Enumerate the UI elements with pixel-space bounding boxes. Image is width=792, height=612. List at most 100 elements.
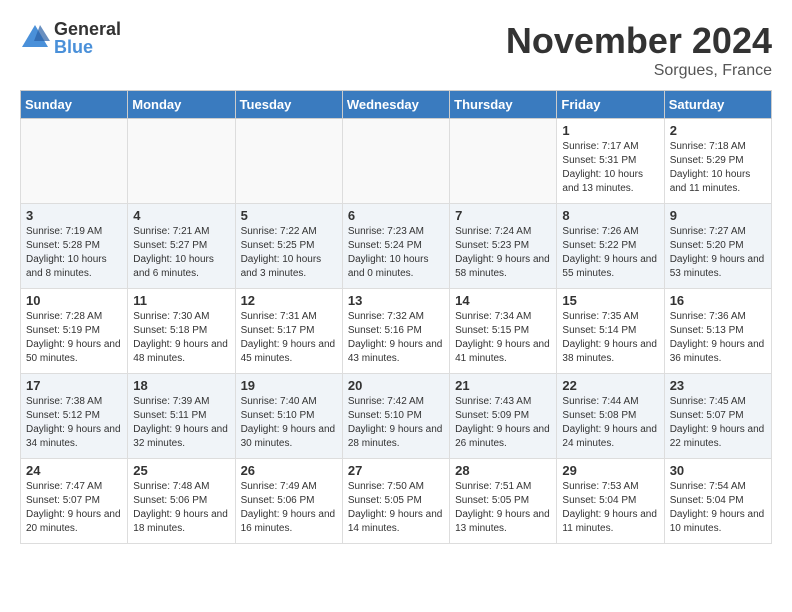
cell-info: Sunrise: 7:36 AM Sunset: 5:13 PM Dayligh… — [670, 311, 765, 364]
calendar-cell: 23 Sunrise: 7:45 AM Sunset: 5:07 PM Dayli… — [664, 374, 771, 459]
cell-info: Sunrise: 7:28 AM Sunset: 5:19 PM Dayligh… — [26, 311, 121, 364]
calendar-cell: 3 Sunrise: 7:19 AM Sunset: 5:28 PM Daylig… — [21, 204, 128, 289]
cell-info: Sunrise: 7:32 AM Sunset: 5:16 PM Dayligh… — [348, 311, 443, 364]
calendar-table: Sunday Monday Tuesday Wednesday Thursday… — [20, 90, 772, 544]
calendar-cell: 21 Sunrise: 7:43 AM Sunset: 5:09 PM Dayli… — [450, 374, 557, 459]
calendar-week-2: 3 Sunrise: 7:19 AM Sunset: 5:28 PM Daylig… — [21, 204, 772, 289]
cell-info: Sunrise: 7:22 AM Sunset: 5:25 PM Dayligh… — [241, 226, 322, 279]
day-number: 4 — [133, 208, 229, 223]
col-tuesday: Tuesday — [235, 91, 342, 119]
day-number: 26 — [241, 463, 337, 478]
day-number: 22 — [562, 378, 658, 393]
calendar-cell: 28 Sunrise: 7:51 AM Sunset: 5:05 PM Dayli… — [450, 459, 557, 544]
cell-info: Sunrise: 7:43 AM Sunset: 5:09 PM Dayligh… — [455, 396, 550, 449]
cell-info: Sunrise: 7:17 AM Sunset: 5:31 PM Dayligh… — [562, 141, 643, 194]
logo: General Blue — [20, 20, 121, 56]
calendar-cell: 12 Sunrise: 7:31 AM Sunset: 5:17 PM Dayli… — [235, 289, 342, 374]
cell-info: Sunrise: 7:40 AM Sunset: 5:10 PM Dayligh… — [241, 396, 336, 449]
day-number: 1 — [562, 123, 658, 138]
day-number: 7 — [455, 208, 551, 223]
calendar-cell — [342, 119, 449, 204]
cell-info: Sunrise: 7:18 AM Sunset: 5:29 PM Dayligh… — [670, 141, 751, 194]
calendar-cell: 2 Sunrise: 7:18 AM Sunset: 5:29 PM Daylig… — [664, 119, 771, 204]
cell-info: Sunrise: 7:39 AM Sunset: 5:11 PM Dayligh… — [133, 396, 228, 449]
calendar-cell: 17 Sunrise: 7:38 AM Sunset: 5:12 PM Dayli… — [21, 374, 128, 459]
day-number: 21 — [455, 378, 551, 393]
logo-icon — [20, 23, 50, 53]
cell-info: Sunrise: 7:30 AM Sunset: 5:18 PM Dayligh… — [133, 311, 228, 364]
cell-info: Sunrise: 7:51 AM Sunset: 5:05 PM Dayligh… — [455, 481, 550, 534]
calendar-week-1: 1 Sunrise: 7:17 AM Sunset: 5:31 PM Daylig… — [21, 119, 772, 204]
cell-info: Sunrise: 7:35 AM Sunset: 5:14 PM Dayligh… — [562, 311, 657, 364]
day-number: 20 — [348, 378, 444, 393]
day-number: 29 — [562, 463, 658, 478]
col-wednesday: Wednesday — [342, 91, 449, 119]
calendar-cell — [21, 119, 128, 204]
calendar-cell: 24 Sunrise: 7:47 AM Sunset: 5:07 PM Dayli… — [21, 459, 128, 544]
day-number: 11 — [133, 293, 229, 308]
col-thursday: Thursday — [450, 91, 557, 119]
calendar-cell: 19 Sunrise: 7:40 AM Sunset: 5:10 PM Dayli… — [235, 374, 342, 459]
col-sunday: Sunday — [21, 91, 128, 119]
day-number: 17 — [26, 378, 122, 393]
calendar-cell: 27 Sunrise: 7:50 AM Sunset: 5:05 PM Dayli… — [342, 459, 449, 544]
calendar-cell: 7 Sunrise: 7:24 AM Sunset: 5:23 PM Daylig… — [450, 204, 557, 289]
calendar-cell: 4 Sunrise: 7:21 AM Sunset: 5:27 PM Daylig… — [128, 204, 235, 289]
calendar-cell — [128, 119, 235, 204]
calendar-cell: 1 Sunrise: 7:17 AM Sunset: 5:31 PM Daylig… — [557, 119, 664, 204]
cell-info: Sunrise: 7:38 AM Sunset: 5:12 PM Dayligh… — [26, 396, 121, 449]
day-number: 23 — [670, 378, 766, 393]
logo-general-text: General — [54, 20, 121, 38]
day-number: 5 — [241, 208, 337, 223]
cell-info: Sunrise: 7:50 AM Sunset: 5:05 PM Dayligh… — [348, 481, 443, 534]
page-header: General Blue November 2024 Sorgues, Fran… — [20, 20, 772, 80]
calendar-cell: 5 Sunrise: 7:22 AM Sunset: 5:25 PM Daylig… — [235, 204, 342, 289]
day-number: 25 — [133, 463, 229, 478]
month-title: November 2024 — [506, 20, 772, 62]
day-number: 27 — [348, 463, 444, 478]
cell-info: Sunrise: 7:27 AM Sunset: 5:20 PM Dayligh… — [670, 226, 765, 279]
cell-info: Sunrise: 7:31 AM Sunset: 5:17 PM Dayligh… — [241, 311, 336, 364]
day-number: 12 — [241, 293, 337, 308]
day-number: 15 — [562, 293, 658, 308]
calendar-cell: 8Sunrise: 7:26 AM Sunset: 5:22 PM Daylig… — [557, 204, 664, 289]
calendar-cell: 22 Sunrise: 7:44 AM Sunset: 5:08 PM Dayli… — [557, 374, 664, 459]
calendar-cell — [235, 119, 342, 204]
cell-info: Sunrise: 7:45 AM Sunset: 5:07 PM Dayligh… — [670, 396, 765, 449]
calendar-cell: 9 Sunrise: 7:27 AM Sunset: 5:20 PM Daylig… — [664, 204, 771, 289]
day-number: 3 — [26, 208, 122, 223]
cell-info: Sunrise: 7:48 AM Sunset: 5:06 PM Dayligh… — [133, 481, 228, 534]
day-number: 24 — [26, 463, 122, 478]
cell-info: Sunrise: 7:19 AM Sunset: 5:28 PM Dayligh… — [26, 226, 107, 279]
day-number: 6 — [348, 208, 444, 223]
calendar-cell — [450, 119, 557, 204]
calendar-cell: 18 Sunrise: 7:39 AM Sunset: 5:11 PM Dayli… — [128, 374, 235, 459]
cell-info: Sunrise: 7:42 AM Sunset: 5:10 PM Dayligh… — [348, 396, 443, 449]
day-number: 10 — [26, 293, 122, 308]
calendar-week-3: 10 Sunrise: 7:28 AM Sunset: 5:19 PM Dayli… — [21, 289, 772, 374]
cell-info: Sunrise: 7:26 AM Sunset: 5:22 PM Dayligh… — [562, 226, 657, 279]
cell-info: Sunrise: 7:44 AM Sunset: 5:08 PM Dayligh… — [562, 396, 657, 449]
day-number: 13 — [348, 293, 444, 308]
header-row: Sunday Monday Tuesday Wednesday Thursday… — [21, 91, 772, 119]
calendar-cell: 14Sunrise: 7:34 AM Sunset: 5:15 PM Dayli… — [450, 289, 557, 374]
day-number: 9 — [670, 208, 766, 223]
day-number: 19 — [241, 378, 337, 393]
cell-info: Sunrise: 7:53 AM Sunset: 5:04 PM Dayligh… — [562, 481, 657, 534]
cell-info: Sunrise: 7:24 AM Sunset: 5:23 PM Dayligh… — [455, 226, 550, 279]
subtitle: Sorgues, France — [506, 62, 772, 80]
cell-info: Sunrise: 7:34 AM Sunset: 5:15 PM Dayligh… — [455, 311, 550, 364]
day-number: 16 — [670, 293, 766, 308]
cell-info: Sunrise: 7:21 AM Sunset: 5:27 PM Dayligh… — [133, 226, 214, 279]
cell-info: Sunrise: 7:23 AM Sunset: 5:24 PM Dayligh… — [348, 226, 429, 279]
day-number: 2 — [670, 123, 766, 138]
day-number: 18 — [133, 378, 229, 393]
calendar-cell: 10 Sunrise: 7:28 AM Sunset: 5:19 PM Dayli… — [21, 289, 128, 374]
calendar-cell: 13 Sunrise: 7:32 AM Sunset: 5:16 PM Dayli… — [342, 289, 449, 374]
logo-blue-text: Blue — [54, 38, 121, 56]
day-number: 28 — [455, 463, 551, 478]
calendar-cell: 15 Sunrise: 7:35 AM Sunset: 5:14 PM Dayli… — [557, 289, 664, 374]
cell-info: Sunrise: 7:47 AM Sunset: 5:07 PM Dayligh… — [26, 481, 121, 534]
calendar-cell: 6 Sunrise: 7:23 AM Sunset: 5:24 PM Daylig… — [342, 204, 449, 289]
col-monday: Monday — [128, 91, 235, 119]
